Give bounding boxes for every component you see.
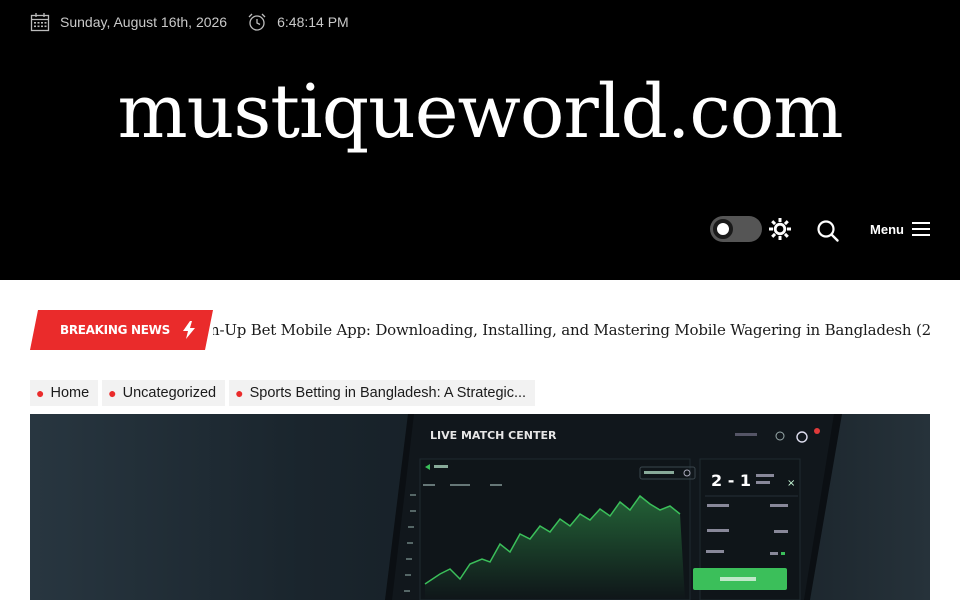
breadcrumb-label: Sports Betting in Bangladesh: A Strategi… [249,385,527,401]
date-text: Sunday, August 16th, 2026 [60,14,228,30]
breadcrumb-home[interactable]: ● Home [30,380,99,406]
featured-image: LIVE MATCH CENTER 2 - 1 × [30,414,930,600]
svg-text:×: × [787,478,795,489]
lightning-icon [182,321,196,339]
hamburger-icon [912,222,930,236]
time-text: 6:48:14 PM [277,14,349,30]
breadcrumb-current: ● Sports Betting in Bangladesh: A Strate… [229,380,536,406]
ticker-headline[interactable]: n-Up Bet Mobile App: Downloading, Instal… [213,321,930,339]
breadcrumb-category[interactable]: ● Uncategorized [102,380,226,406]
search-icon[interactable] [816,219,840,243]
menu-label: Menu [870,221,904,237]
calendar-icon [30,12,50,32]
alarm-clock-icon [247,12,267,32]
topbar: Sunday, August 16th, 2026 6:48:14 PM [30,10,349,34]
theme-toggle[interactable] [710,216,763,242]
breaking-news-bar: BREAKING NEWS n-Up Bet Mobile App: Downl… [30,310,930,350]
breadcrumb-label: Home [50,385,90,401]
menu-button[interactable]: Menu [870,222,930,237]
bullet-icon: ● [108,385,117,401]
site-header: Sunday, August 16th, 2026 6:48:14 PM mus… [0,0,960,280]
sun-icon[interactable] [768,217,792,241]
date-display: Sunday, August 16th, 2026 [30,12,227,32]
match-score: 2 - 1 [711,471,751,490]
bullet-icon: ● [36,385,45,401]
header-controls: Menu [710,212,930,246]
toggle-knob [713,219,734,239]
time-display: 6:48:14 PM [247,12,349,32]
site-title[interactable]: mustiqueworld.com [0,62,960,162]
screen-title: LIVE MATCH CENTER [430,429,557,442]
breadcrumb: ● Home ● Uncategorized ● Sports Betting … [30,380,539,406]
breaking-news-text: BREAKING NEWS [60,323,170,337]
bullet-icon: ● [235,385,244,401]
breaking-news-ticker: n-Up Bet Mobile App: Downloading, Instal… [213,310,930,350]
breaking-news-label: BREAKING NEWS [30,310,213,350]
breadcrumb-label: Uncategorized [122,385,217,401]
